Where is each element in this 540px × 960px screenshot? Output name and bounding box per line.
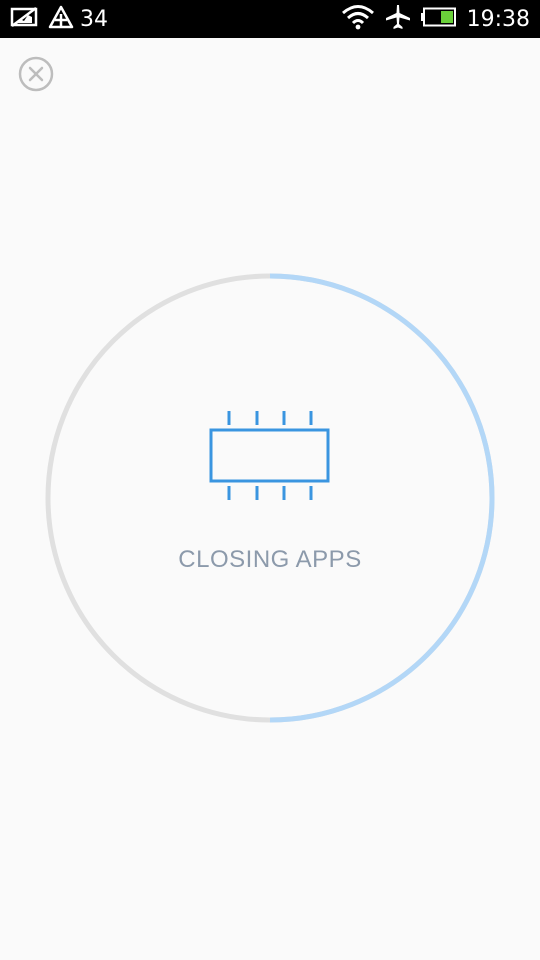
memory-chip-icon — [209, 411, 330, 500]
progress-fill — [269, 273, 495, 723]
status-label: CLOSING APPS — [178, 546, 362, 573]
progress-ring — [45, 273, 495, 723]
